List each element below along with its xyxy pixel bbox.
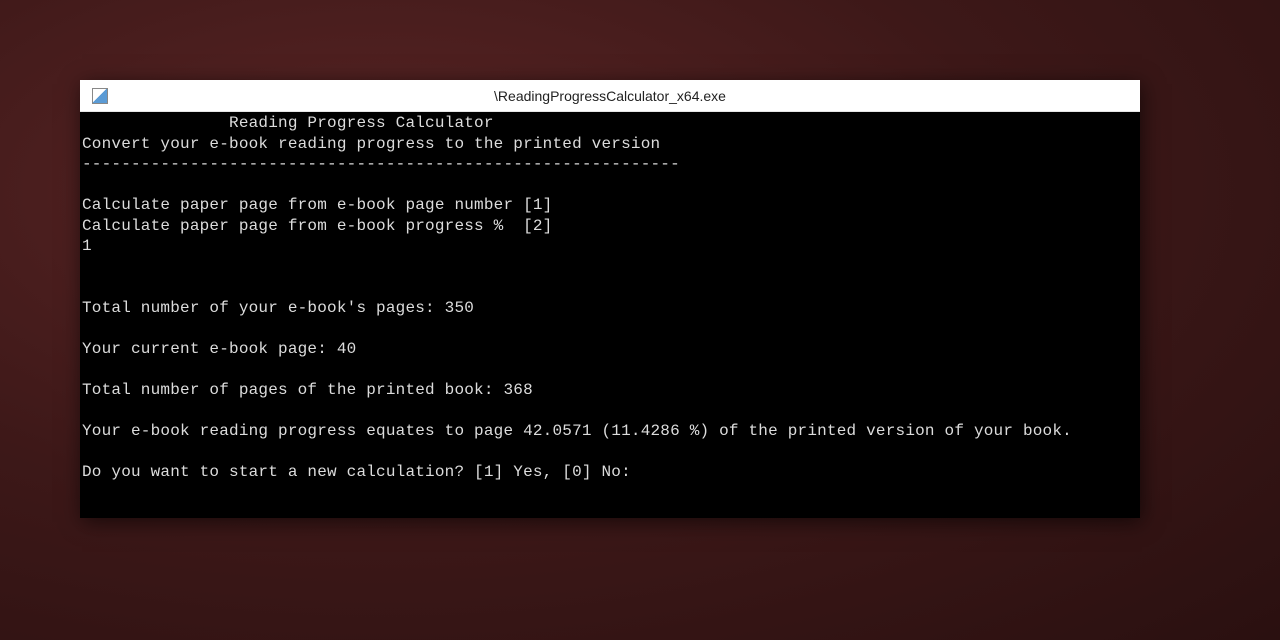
window-title: \ReadingProgressCalculator_x64.exe	[494, 88, 726, 104]
console-subtitle: Convert your e-book reading progress to …	[82, 135, 660, 153]
console-prompt-new-calc: Do you want to start a new calculation? …	[82, 463, 631, 481]
console-result: Your e-book reading progress equates to …	[82, 422, 1072, 440]
console-divider: ----------------------------------------…	[82, 155, 680, 173]
console-blank	[82, 176, 92, 194]
titlebar[interactable]: \ReadingProgressCalculator_x64.exe	[80, 80, 1140, 112]
console-output[interactable]: Reading Progress Calculator Convert your…	[80, 112, 1140, 518]
console-option-2: Calculate paper page from e-book progres…	[82, 217, 552, 235]
app-icon	[92, 88, 108, 104]
console-input-choice: 1	[82, 237, 92, 255]
console-prompt-total-printed: Total number of pages of the printed boo…	[82, 381, 533, 399]
console-prompt-total-ebook: Total number of your e-book's pages: 350	[82, 299, 474, 317]
console-header: Reading Progress Calculator	[82, 114, 494, 132]
console-prompt-current-page: Your current e-book page: 40	[82, 340, 356, 358]
console-window: \ReadingProgressCalculator_x64.exe Readi…	[80, 80, 1140, 518]
console-option-1: Calculate paper page from e-book page nu…	[82, 196, 552, 214]
